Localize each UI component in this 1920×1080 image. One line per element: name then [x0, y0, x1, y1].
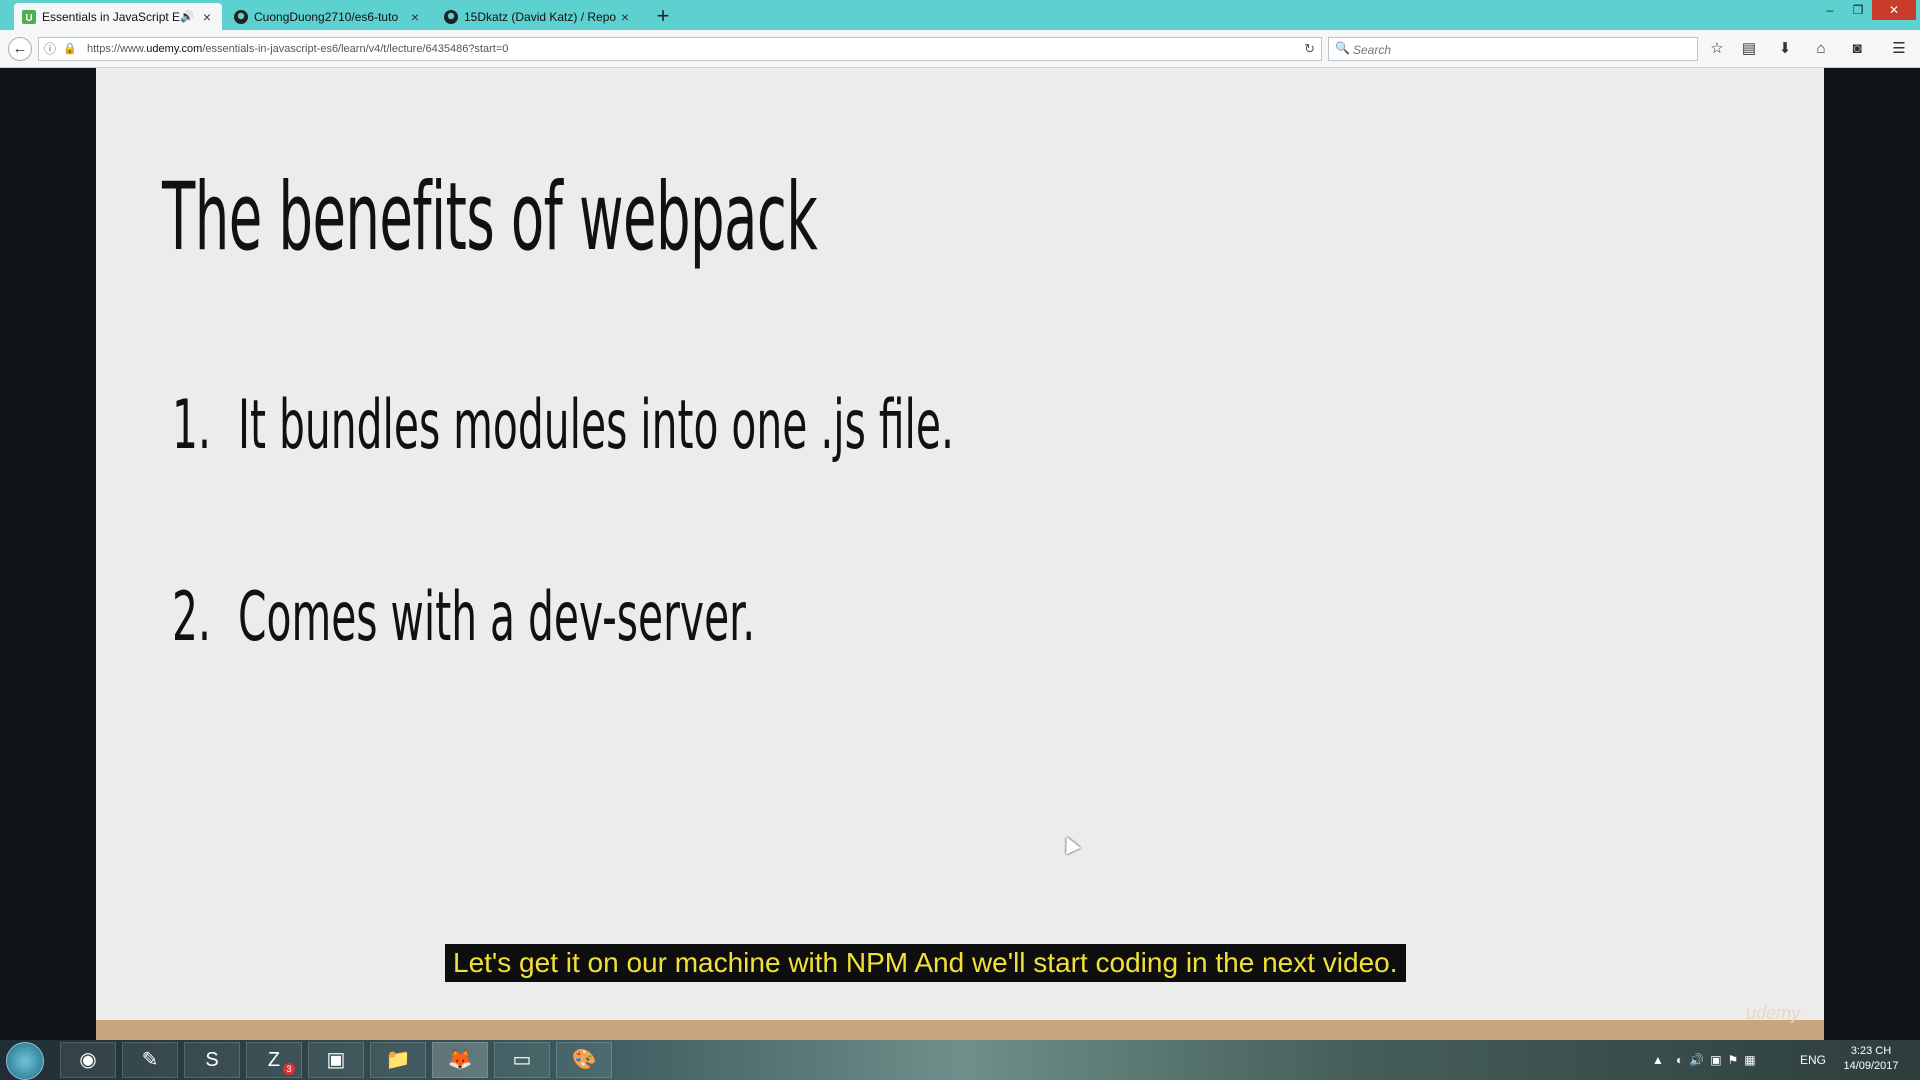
tab-label: Essentials in JavaScript ES [42, 9, 180, 24]
item-text: It bundles modules into one .js file. [238, 386, 954, 465]
clock-date: 14/09/2017 [1843, 1060, 1899, 1072]
explorer-icon[interactable]: 📁 [370, 1042, 426, 1078]
browser-titlebar: U Essentials in JavaScript ES 🔊 × CuongD… [0, 0, 1920, 30]
item-number: 2. [172, 578, 211, 657]
search-bar[interactable]: 🔍 [1328, 37, 1698, 61]
zalo-icon[interactable]: Z3 [246, 1042, 302, 1078]
tab-github-15dkatz[interactable]: 15Dkatz (David Katz) / Repo × [436, 3, 640, 30]
download-icon[interactable]: ⬇ [1774, 38, 1796, 60]
tray-up-arrow-icon[interactable]: ▲ [1652, 1040, 1664, 1080]
udemy-icon: U [22, 9, 36, 24]
bookmarks-library-icon[interactable]: ▤ [1738, 38, 1760, 60]
cmd-icon[interactable]: ▭ [494, 1042, 550, 1078]
bookmark-star-icon[interactable]: ☆ [1706, 38, 1728, 60]
slide-item: 2. Comes with a dev-server. [172, 578, 755, 657]
close-window-button[interactable]: ✕ [1872, 0, 1916, 20]
firefox-icon[interactable]: 🦊 [432, 1042, 488, 1078]
menu-icon[interactable]: ☰ [1888, 38, 1910, 60]
speaker-icon[interactable]: 🔊 [180, 10, 194, 23]
zalo-badge: 3 [283, 1063, 295, 1075]
close-tab-icon[interactable]: × [200, 9, 214, 25]
clock-time: 3:23 CH [1850, 1045, 1892, 1057]
url-text: https://www.udemy.com/essentials-in-java… [87, 43, 509, 55]
paint-icon[interactable]: 🎨 [556, 1042, 612, 1078]
svg-text:U: U [25, 13, 32, 24]
chrome-icon[interactable]: ◉ [60, 1042, 116, 1078]
skype-icon[interactable]: S [184, 1042, 240, 1078]
new-tab-button[interactable]: + [652, 3, 674, 29]
language-indicator[interactable]: ENG [1800, 1040, 1826, 1080]
slide: The benefits of webpack 1. It bundles mod… [96, 68, 1824, 1020]
navigation-bar: ← ⓘ 🔒 https://www.udemy.com/essentials-i… [0, 30, 1920, 68]
home-icon[interactable]: ⌂ [1810, 38, 1832, 60]
clock[interactable]: 3:23 CH 14/09/2017 [1830, 1044, 1912, 1074]
app-icon[interactable]: ▣ [308, 1042, 364, 1078]
reload-icon[interactable]: ↻ [1304, 38, 1315, 60]
github-icon [444, 9, 458, 24]
slide-title: The benefits of webpack [162, 163, 818, 272]
github-icon [234, 9, 248, 24]
tray-icons[interactable]: ◐🔊▣⚑▦ [1676, 1040, 1762, 1080]
info-icon[interactable]: ⓘ [44, 38, 56, 60]
item-text: Comes with a dev-server. [238, 578, 756, 657]
tab-label: CuongDuong2710/es6-tuto [254, 9, 399, 24]
tab-label: 15Dkatz (David Katz) / Repo [464, 9, 617, 24]
tab-udemy[interactable]: U Essentials in JavaScript ES 🔊 × [14, 3, 222, 30]
address-bar[interactable]: ⓘ 🔒 https://www.udemy.com/essentials-in-… [38, 37, 1322, 61]
subtitle-caption: Let's get it on our machine with NPM And… [445, 944, 1406, 982]
search-input[interactable] [1351, 40, 1685, 60]
close-tab-icon[interactable]: × [408, 9, 422, 25]
udemy-watermark: udemy [1746, 1003, 1801, 1023]
notepad-icon[interactable]: ✎ [122, 1042, 178, 1078]
lock-icon: 🔒 [63, 43, 77, 55]
restore-button[interactable]: ❐ [1844, 0, 1872, 20]
slide-footer-bar [96, 1020, 1824, 1040]
slide-item: 1. It bundles modules into one .js file. [172, 386, 954, 465]
minimize-button[interactable]: – [1816, 0, 1844, 20]
close-tab-icon[interactable]: × [618, 9, 632, 25]
windows-taskbar: ◉ ✎ S Z3 ▣ 📁 🦊 ▭ 🎨 ▲ ◐🔊▣⚑▦ ENG 3:23 CH 1… [0, 1040, 1920, 1080]
item-number: 1. [172, 386, 211, 465]
video-player[interactable]: The benefits of webpack 1. It bundles mod… [0, 68, 1920, 1040]
search-icon: 🔍 [1335, 41, 1350, 55]
tab-github-es6[interactable]: CuongDuong2710/es6-tuto × [226, 3, 430, 30]
start-button[interactable] [6, 1042, 44, 1080]
pocket-icon[interactable]: ◙ [1846, 38, 1868, 60]
back-button[interactable]: ← [8, 37, 32, 61]
